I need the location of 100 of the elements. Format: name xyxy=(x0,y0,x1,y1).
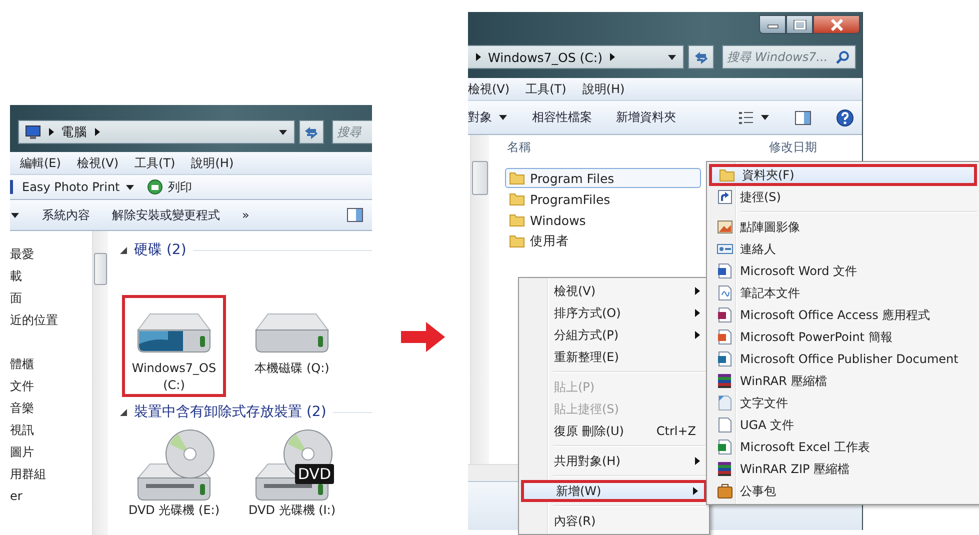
minimize-button[interactable] xyxy=(759,15,786,34)
menu-item[interactable]: WinRAR 壓縮檔 xyxy=(709,370,977,392)
file-row[interactable]: 使用者 xyxy=(505,231,701,251)
folder-icon xyxy=(509,212,525,228)
collapse-icon[interactable] xyxy=(120,408,127,416)
menu-item[interactable]: 內容(R) xyxy=(521,510,707,532)
chevron-icon[interactable] xyxy=(47,127,55,137)
dropdown-caret-icon[interactable] xyxy=(278,128,288,136)
menu-item[interactable]: Microsoft Office Publisher Document xyxy=(709,348,977,370)
search-field[interactable]: 搜尋 xyxy=(332,120,372,144)
chevron-icon[interactable] xyxy=(474,52,482,62)
document-icon xyxy=(717,351,733,367)
dropdown-caret-icon[interactable] xyxy=(667,52,677,62)
toolbar-button[interactable]: 對象 xyxy=(468,109,508,126)
toolbar-button[interactable]: 相容性檔案 xyxy=(532,109,592,126)
nav-item[interactable]: 面 xyxy=(10,287,92,309)
image-icon xyxy=(717,219,733,235)
menu-item[interactable]: 點陣圖影像 xyxy=(709,216,977,238)
breadcrumb-item[interactable]: Windows7_OS (C:) xyxy=(488,50,602,64)
nav-item[interactable]: 近的位置 xyxy=(10,309,92,331)
drive-item[interactable]: Windows7_OS (C:) xyxy=(122,295,226,397)
menu-item[interactable]: 工具(T) xyxy=(526,80,566,98)
drive-item[interactable]: 本機磁碟 (Q:) xyxy=(240,295,344,397)
group-header[interactable]: 裝置中含有卸除式存放裝置 (2) xyxy=(134,403,326,421)
close-button[interactable] xyxy=(813,15,860,34)
refresh-button[interactable] xyxy=(298,120,324,144)
collapse-icon[interactable] xyxy=(120,246,127,254)
maximize-button[interactable] xyxy=(786,15,813,34)
menu-item[interactable]: 連絡人 xyxy=(709,238,977,260)
drive-item[interactable]: DVD 光碟機 (E:) xyxy=(122,423,226,522)
books-icon xyxy=(717,461,733,477)
submenu-arrow-icon xyxy=(695,309,700,317)
nav-item[interactable]: 文件 xyxy=(10,375,92,397)
nav-item[interactable]: 視訊 xyxy=(10,419,92,441)
file-row[interactable]: ProgramFiles xyxy=(505,189,701,209)
preview-pane-icon[interactable] xyxy=(346,207,364,223)
chevron-icon[interactable] xyxy=(93,127,101,137)
scrollbar-thumb[interactable] xyxy=(94,253,107,285)
toolbar-button[interactable]: Easy Photo Print xyxy=(10,180,135,194)
menu-item[interactable]: 公事包 xyxy=(709,480,977,502)
menu-item[interactable]: 檢視(V) xyxy=(468,80,510,98)
chevron-icon[interactable] xyxy=(608,52,616,62)
folder-icon xyxy=(509,191,525,207)
shortcut-label: Ctrl+Z xyxy=(656,424,697,438)
submenu-arrow-icon xyxy=(693,487,698,495)
menu-item[interactable]: 筆記本文件 xyxy=(709,282,977,304)
document-icon xyxy=(717,417,733,433)
view-options-button[interactable] xyxy=(738,110,770,124)
menu-item[interactable]: 工具(T) xyxy=(134,154,176,172)
menu-item[interactable]: 資料夾(F) xyxy=(709,164,977,186)
scrollbar[interactable] xyxy=(470,135,489,464)
dropdown-caret-icon[interactable] xyxy=(10,210,20,220)
nav-item[interactable]: 音樂 xyxy=(10,397,92,419)
menu-item[interactable]: 新增(W) xyxy=(521,480,707,502)
toolbar-button[interactable]: 新增資料夾 xyxy=(616,109,676,126)
menu-item[interactable]: 檢視(V) xyxy=(521,280,707,302)
scrollbar-thumb[interactable] xyxy=(472,161,488,195)
column-heading[interactable]: 修改日期 xyxy=(769,138,817,156)
menu-item[interactable]: Microsoft PowerPoint 簡報 xyxy=(709,326,977,348)
help-icon[interactable] xyxy=(836,108,854,126)
address-bar[interactable]: 電腦 xyxy=(18,120,294,144)
preview-pane-icon[interactable] xyxy=(794,110,812,126)
menu-item[interactable]: WinRAR ZIP 壓縮檔 xyxy=(709,458,977,480)
nav-item[interactable]: 載 xyxy=(10,265,92,287)
search-icon[interactable] xyxy=(836,50,850,64)
menu-item[interactable]: 分組方式(P) xyxy=(521,324,707,346)
menu-item[interactable]: 編輯(E) xyxy=(20,154,61,172)
menu-item[interactable]: 檢視(V) xyxy=(76,154,119,172)
file-row[interactable]: Program Files xyxy=(505,168,701,188)
menu-item[interactable]: 文字文件 xyxy=(709,392,977,414)
menu-item[interactable]: UGA 文件 xyxy=(709,414,977,436)
drive-item[interactable]: DVD DVD 光碟機 (I:) xyxy=(240,423,344,522)
menu-item[interactable]: 排序方式(O) xyxy=(521,302,707,324)
nav-item[interactable]: 體櫃 xyxy=(10,353,92,375)
menu-item[interactable]: 重新整理(E) xyxy=(521,346,707,368)
scrollbar[interactable] xyxy=(92,231,108,535)
toolbar-button[interactable]: 列印 xyxy=(146,178,192,196)
document-icon xyxy=(717,439,733,455)
breadcrumb-item[interactable]: 電腦 xyxy=(61,124,87,140)
toolbar-button[interactable]: 解除安裝或變更程式 xyxy=(112,206,220,224)
toolbar-button[interactable]: 系統內容 xyxy=(42,206,90,224)
nav-item[interactable]: 用群組 xyxy=(10,463,92,485)
nav-item[interactable]: 圖片 xyxy=(10,441,92,463)
menu-item[interactable]: Microsoft Excel 工作表 xyxy=(709,436,977,458)
menu-item[interactable]: Microsoft Office Access 應用程式 xyxy=(709,304,977,326)
nav-item[interactable]: 最愛 xyxy=(10,243,92,265)
menu-item[interactable]: 說明(H) xyxy=(191,154,234,172)
refresh-button[interactable] xyxy=(688,45,714,69)
menu-item[interactable]: Microsoft Word 文件 xyxy=(709,260,977,282)
menu-item[interactable]: 說明(H) xyxy=(582,80,625,98)
file-row[interactable]: Windows xyxy=(505,210,701,230)
menu-item[interactable]: 捷徑(S) xyxy=(709,186,977,208)
address-bar[interactable]: Windows7_OS (C:) xyxy=(468,45,684,69)
nav-item[interactable]: er xyxy=(10,485,92,507)
search-field[interactable]: 搜尋 Windows7... xyxy=(722,45,856,69)
group-header[interactable]: 硬碟 (2) xyxy=(134,241,186,259)
toolbar-button[interactable]: » xyxy=(242,208,250,222)
column-heading[interactable]: 名稱 xyxy=(505,138,769,156)
menu-item[interactable]: 共用對象(H) xyxy=(521,450,707,472)
menu-item[interactable]: 復原 刪除(U) Ctrl+Z xyxy=(521,420,707,442)
